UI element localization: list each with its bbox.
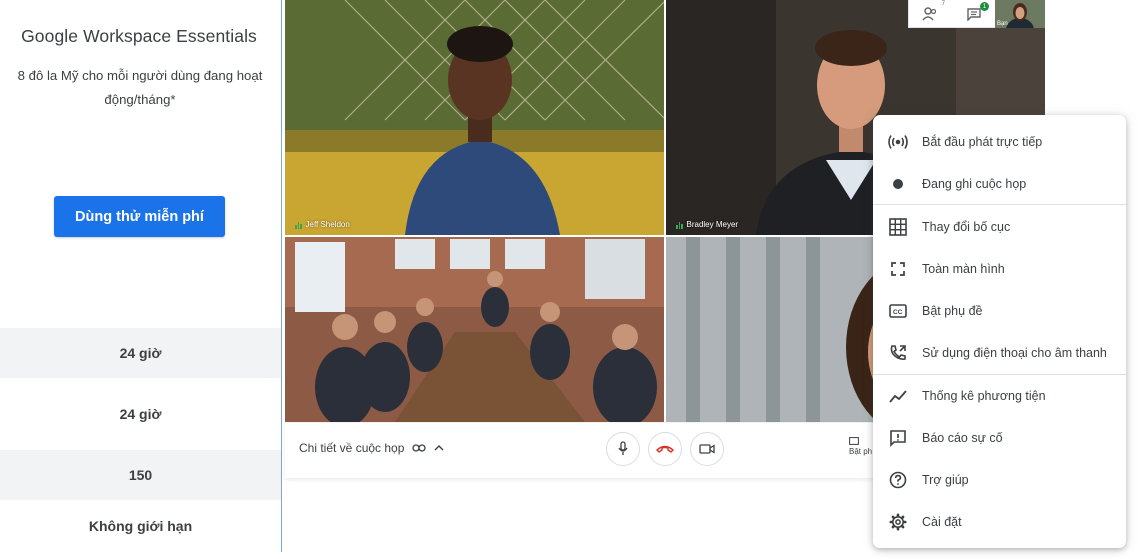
grid-layout-icon	[887, 216, 909, 238]
svg-text:CC: CC	[893, 309, 903, 316]
menu-item-label: Toàn màn hình	[922, 262, 1005, 276]
menu-item-label: Trợ giúp	[922, 473, 969, 487]
record-dot-icon	[887, 173, 909, 195]
closed-captions-small-icon	[849, 437, 859, 445]
feature-row: 24 giờ	[0, 389, 281, 439]
chat-button[interactable]: 1	[963, 2, 989, 24]
menu-item-captions[interactable]: CC Bật phụ đề	[873, 290, 1126, 332]
menu-item-phone-audio[interactable]: Sử dụng điện thoại cho âm thanh	[873, 332, 1126, 374]
free-trial-button[interactable]: Dùng thử miễn phí	[54, 196, 225, 237]
menu-item-label: Bắt đầu phát trực tiếp	[922, 135, 1043, 149]
video-tile-jeff[interactable]: Jeff Sheldon	[285, 0, 664, 235]
participant-name-tag: Jeff Sheldon	[295, 220, 350, 229]
menu-item-label: Sử dụng điện thoại cho âm thanh	[922, 346, 1107, 360]
chat-icon	[967, 8, 981, 21]
feature-value: 24 giờ	[119, 345, 162, 361]
menu-item-recording[interactable]: Đang ghi cuộc họp	[873, 163, 1126, 205]
people-button[interactable]: 7	[919, 1, 945, 24]
meeting-details-label: Chi tiết về cuộc họp	[299, 441, 405, 455]
report-issue-icon	[887, 427, 909, 449]
microphone-button[interactable]	[606, 432, 640, 466]
video-camera-icon	[699, 444, 715, 454]
video-feed	[285, 237, 664, 422]
link-icon	[412, 444, 427, 452]
menu-item-label: Báo cáo sự cố	[922, 431, 1003, 445]
hang-up-icon	[656, 445, 674, 453]
phone-forward-icon	[887, 342, 909, 364]
fullscreen-icon	[887, 258, 909, 280]
meeting-details-toggle[interactable]: Chi tiết về cuộc họp	[299, 441, 444, 455]
menu-item-label: Bật phụ đề	[922, 304, 983, 318]
menu-item-report-issue[interactable]: Báo cáo sự cố	[873, 417, 1126, 459]
menu-item-label: Thay đổi bố cục	[922, 220, 1011, 234]
speaking-indicator-icon	[676, 221, 683, 229]
plan-price-line: động/tháng*	[104, 92, 176, 107]
menu-item-label: Thống kê phương tiện	[922, 389, 1046, 403]
plan-price-line: 8 đô la Mỹ cho mỗi người dùng đang hoạt	[17, 68, 263, 83]
menu-divider	[873, 204, 1126, 205]
participant-name: Bradley Meyer	[686, 220, 739, 229]
stats-line-icon	[887, 385, 909, 407]
participant-name-tag: Bradley Meyer	[676, 220, 738, 229]
feature-row: 24 giờ	[0, 328, 281, 378]
meet-top-strip: 7 1 Bạn	[908, 0, 1045, 28]
menu-item-fullscreen[interactable]: Toàn màn hình	[873, 248, 1126, 290]
pricing-panel: Google Workspace Essentials 8 đô la Mỹ c…	[0, 0, 282, 552]
settings-gear-icon	[887, 511, 909, 533]
chat-badge: 1	[980, 2, 989, 11]
participant-name: Jeff Sheldon	[305, 220, 350, 229]
closed-captions-icon: CC	[887, 300, 909, 322]
chevron-up-icon	[434, 445, 444, 451]
camera-button[interactable]	[690, 432, 724, 466]
feature-value: 150	[128, 467, 153, 483]
feature-value: Không giới hạn	[88, 518, 193, 534]
menu-item-settings[interactable]: Cài đặt	[873, 501, 1126, 543]
plan-title: Google Workspace Essentials	[21, 26, 257, 46]
speaking-indicator-icon	[295, 221, 302, 229]
menu-item-change-layout[interactable]: Thay đổi bố cục	[873, 206, 1126, 248]
feature-row: Không giới hạn	[0, 501, 281, 551]
video-feed	[285, 0, 664, 235]
video-tile-conference-room[interactable]	[285, 237, 664, 422]
feature-value: 24 giờ	[119, 406, 162, 422]
plan-price: 8 đô la Mỹ cho mỗi người dùng đang hoạt …	[4, 64, 276, 112]
menu-item-media-stats[interactable]: Thống kê phương tiện	[873, 375, 1126, 417]
self-label: Bạn	[997, 21, 1008, 27]
microphone-icon	[618, 441, 628, 455]
help-icon	[887, 469, 909, 491]
hang-up-button[interactable]	[648, 432, 682, 466]
menu-item-label: Cài đặt	[922, 515, 962, 529]
self-preview[interactable]: Bạn	[995, 0, 1045, 28]
people-icon	[922, 7, 937, 21]
broadcast-icon	[887, 131, 909, 153]
menu-item-help[interactable]: Trợ giúp	[873, 459, 1126, 501]
more-options-menu: Bắt đầu phát trực tiếp Đang ghi cuộc họp…	[873, 115, 1126, 548]
menu-item-start-broadcast[interactable]: Bắt đầu phát trực tiếp	[873, 121, 1126, 163]
feature-row: 150	[0, 450, 281, 500]
people-count: 7	[941, 1, 945, 7]
menu-item-label: Đang ghi cuộc họp	[922, 177, 1027, 191]
